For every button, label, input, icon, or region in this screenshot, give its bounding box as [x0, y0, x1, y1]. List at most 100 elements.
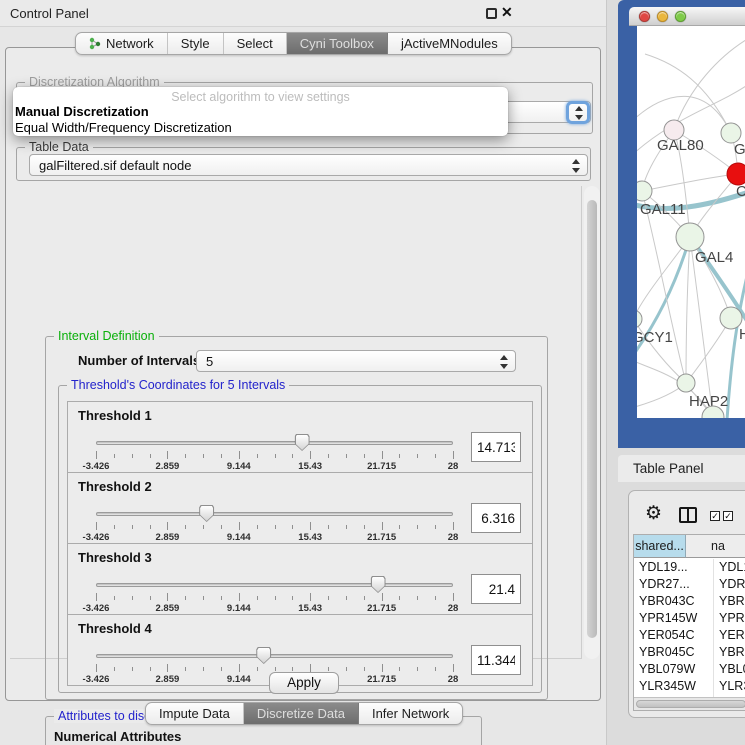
network-edge[interactable]	[674, 38, 745, 130]
table-row[interactable]: YDR27...YDR2	[634, 576, 745, 593]
tab-label: jActiveMNodules	[401, 36, 498, 51]
network-node-gcy1[interactable]	[637, 310, 642, 328]
slider-thumb[interactable]	[295, 434, 310, 451]
table-row[interactable]: YER054CYER0	[634, 627, 745, 644]
slider-track[interactable]	[96, 512, 453, 516]
cell-name[interactable]: YDL1	[714, 559, 745, 576]
gear-icon[interactable]: ⚙	[645, 502, 662, 525]
cell-name[interactable]: YER0	[714, 627, 745, 644]
network-edge[interactable]	[686, 318, 731, 383]
threshold-label: Threshold 4	[78, 621, 152, 636]
checkbox-icon[interactable]: ✓	[710, 511, 720, 521]
threshold-slider[interactable]: -3.4262.8599.14415.4321.71528	[96, 509, 453, 543]
tab-infer-network[interactable]: Infer Network	[359, 703, 462, 724]
cell-shared-name[interactable]: YDR27...	[634, 576, 714, 593]
table-row[interactable]: YLR345WYLR3	[634, 678, 745, 695]
cell-name[interactable]: YBR0	[714, 644, 745, 661]
top-tab-bar: Network Style SelectCyni Toolbox jActiveMNo…	[75, 32, 512, 55]
zoom-traffic-light-icon[interactable]	[675, 11, 686, 22]
popup-option-equal-width-frequency-discretization[interactable]: Equal Width/Frequency Discretization	[13, 120, 508, 136]
slider-thumb[interactable]	[199, 505, 214, 522]
bottom-tab-bar: Impute DataDiscretize DataInfer Network	[145, 702, 463, 725]
network-node-gal4[interactable]	[676, 223, 704, 251]
tab-impute-data[interactable]: Impute Data	[146, 703, 244, 724]
threshold-value-field[interactable]	[471, 574, 521, 604]
cell-shared-name[interactable]: YBR045C	[634, 644, 714, 661]
columns-icon[interactable]	[679, 507, 697, 523]
cell-shared-name[interactable]: YLR345W	[634, 678, 714, 695]
tab-label: Network	[106, 36, 154, 51]
float-window-icon[interactable]	[486, 8, 497, 19]
threshold-label: Threshold 2	[78, 479, 152, 494]
threshold-value-field[interactable]	[471, 645, 521, 675]
popup-option-manual-discretization[interactable]: Manual Discretization	[13, 104, 508, 120]
network-view-window: GAL80GACGAL11GAL4GCY1HHAP2	[618, 0, 745, 448]
combo-stepper-icon[interactable]	[574, 105, 585, 121]
checkbox-icon[interactable]: ✓	[723, 511, 733, 521]
combo-stepper-icon[interactable]	[499, 354, 510, 370]
tab-label: Style	[181, 36, 210, 51]
number-of-intervals-combobox[interactable]: 5	[196, 350, 516, 372]
network-edge[interactable]	[686, 237, 690, 383]
scrollbar-thumb[interactable]	[636, 700, 745, 708]
table-row[interactable]: YPR145WYPR1	[634, 610, 745, 627]
cell-shared-name[interactable]: YBR043C	[634, 593, 714, 610]
interval-definition-group: Interval Definition Number of Intervals …	[45, 336, 548, 700]
network-node-hap2[interactable]	[677, 374, 695, 392]
threshold-slider[interactable]: -3.4262.8599.14415.4321.71528	[96, 438, 453, 472]
tab-cyni-toolbox[interactable]: Cyni Toolbox	[287, 33, 388, 54]
close-traffic-light-icon[interactable]	[639, 11, 650, 22]
node-label: GAL11	[640, 201, 686, 218]
slider-thumb[interactable]	[371, 576, 386, 593]
apply-button[interactable]: Apply	[269, 672, 339, 694]
tab-network[interactable]: Network	[76, 33, 168, 54]
cell-name[interactable]: YPR1	[714, 610, 745, 627]
threshold-slider[interactable]: -3.4262.8599.14415.4321.71528	[96, 580, 453, 614]
cell-name[interactable]: YLR3	[714, 678, 745, 695]
network-node-ga[interactable]	[721, 123, 741, 143]
thresholds-group: Threshold's Coordinates for 5 Intervals …	[58, 385, 542, 693]
network-graph: GAL80GACGAL11GAL4GCY1HHAP2	[637, 26, 745, 418]
slider-track[interactable]	[96, 583, 453, 587]
close-icon[interactable]: ✕	[501, 4, 513, 21]
threshold-value-field[interactable]	[471, 432, 521, 462]
settings-scrollbar[interactable]	[584, 186, 600, 659]
network-edge[interactable]	[642, 191, 686, 383]
table-panel: ⚙ ✓ ✓ shared... na YDL19...YDL1YDR27...Y…	[628, 490, 745, 718]
network-node-c[interactable]	[727, 163, 745, 185]
cell-name[interactable]: YDR2	[714, 576, 745, 593]
table-horizontal-scrollbar[interactable]	[634, 697, 745, 710]
slider-thumb[interactable]	[256, 647, 271, 664]
cell-shared-name[interactable]: YDL19...	[634, 559, 714, 576]
table-row[interactable]: YBL079WYBL0	[634, 661, 745, 678]
table-row[interactable]: YDL19...YDL1	[634, 559, 745, 576]
cell-shared-name[interactable]: YBL079W	[634, 661, 714, 678]
tab-discretize-data[interactable]: Discretize Data	[244, 703, 359, 724]
minimize-traffic-light-icon[interactable]	[657, 11, 668, 22]
scrollbar-thumb[interactable]	[587, 200, 597, 638]
cell-shared-name[interactable]: YER054C	[634, 627, 714, 644]
network-edge[interactable]	[642, 174, 738, 191]
tab-style[interactable]: Style	[168, 33, 224, 54]
column-header-name[interactable]: na	[686, 535, 745, 558]
table-row[interactable]: YBR045CYBR0	[634, 644, 745, 661]
tab-jactivemnodules[interactable]: jActiveMNodules	[388, 33, 511, 54]
table-row[interactable]: YBR043CYBR0	[634, 593, 745, 610]
tab-select[interactable]: Select	[224, 33, 287, 54]
network-node-gal11[interactable]	[637, 181, 652, 201]
cell-shared-name[interactable]: YPR145W	[634, 610, 714, 627]
network-icon	[89, 37, 101, 50]
cell-name[interactable]: YBL0	[714, 661, 745, 678]
node-label: GCY1	[637, 329, 673, 346]
network-canvas[interactable]: GAL80GACGAL11GAL4GCY1HHAP2	[637, 26, 745, 418]
slider-track[interactable]	[96, 654, 453, 658]
network-window-titlebar[interactable]	[629, 7, 745, 26]
network-edge[interactable]	[645, 54, 731, 133]
slider-track[interactable]	[96, 441, 453, 445]
table-data-combobox[interactable]: galFiltered.sif default node	[29, 154, 588, 176]
cell-name[interactable]: YBR0	[714, 593, 745, 610]
table-panel-titlebar: Table Panel	[618, 455, 745, 482]
column-header-shared-name[interactable]: shared...	[634, 535, 686, 558]
threshold-value-field[interactable]	[471, 503, 521, 533]
combo-stepper-icon[interactable]	[571, 158, 582, 174]
